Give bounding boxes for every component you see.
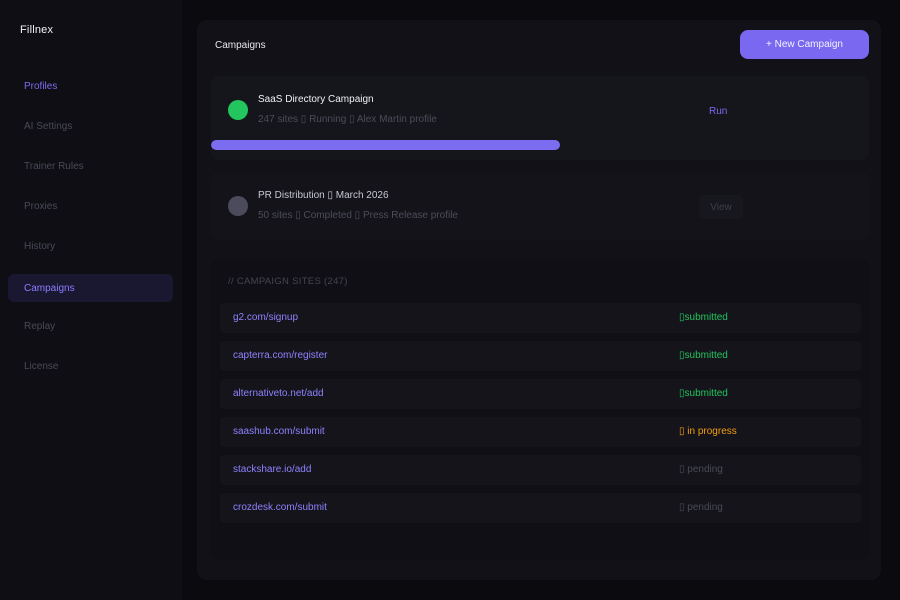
site-status: ▯ pending: [679, 502, 723, 513]
site-row[interactable]: crozdesk.com/submit ▯ pending: [220, 493, 861, 523]
site-row[interactable]: saashub.com/submit ▯ in progress: [220, 417, 861, 447]
site-status: ▯submitted: [679, 350, 728, 361]
new-campaign-button[interactable]: + New Campaign: [740, 30, 869, 59]
app-logo: Fillnex: [20, 24, 54, 36]
campaign-meta: 50 sites ▯ Completed ▯ Press Release pro…: [258, 210, 458, 221]
run-button[interactable]: Run: [709, 106, 727, 117]
campaign-name: SaaS Directory Campaign: [258, 94, 374, 105]
campaign-meta: 247 sites ▯ Running ▯ Alex Martin profil…: [258, 114, 437, 125]
campaign-card[interactable]: PR Distribution ▯ March 2026 50 sites ▯ …: [211, 172, 869, 240]
site-status: ▯ pending: [679, 464, 723, 475]
site-row[interactable]: g2.com/signup ▯submitted: [220, 303, 861, 333]
sidebar-item-history[interactable]: History: [8, 232, 173, 260]
site-status: ▯submitted: [679, 312, 728, 323]
sidebar-item-profiles[interactable]: Profiles: [8, 72, 173, 100]
site-status: ▯submitted: [679, 388, 728, 399]
page-title: Campaigns: [215, 40, 266, 51]
site-url[interactable]: g2.com/signup: [233, 312, 298, 323]
main-panel: Campaigns + New Campaign SaaS Directory …: [197, 20, 881, 580]
sites-section-header: // CAMPAIGN SITES (247): [228, 276, 348, 287]
sidebar: Fillnex Profiles AI Settings Trainer Rul…: [0, 0, 182, 600]
site-url[interactable]: stackshare.io/add: [233, 464, 311, 475]
site-url[interactable]: crozdesk.com/submit: [233, 502, 327, 513]
site-url[interactable]: alternativeto.net/add: [233, 388, 324, 399]
sidebar-item-campaigns[interactable]: Campaigns: [8, 274, 173, 302]
view-button[interactable]: View: [699, 195, 743, 219]
site-url[interactable]: capterra.com/register: [233, 350, 327, 361]
campaign-progress-bar: [211, 140, 869, 150]
site-row[interactable]: stackshare.io/add ▯ pending: [220, 455, 861, 485]
site-row[interactable]: capterra.com/register ▯submitted: [220, 341, 861, 371]
sidebar-item-ai-settings[interactable]: AI Settings: [8, 112, 173, 140]
status-dot-completed-icon: [228, 196, 248, 216]
sidebar-item-license[interactable]: License: [8, 352, 173, 380]
site-url[interactable]: saashub.com/submit: [233, 426, 325, 437]
campaign-progress-fill: [211, 140, 560, 150]
campaign-name: PR Distribution ▯ March 2026: [258, 190, 389, 201]
campaign-sites-panel: // CAMPAIGN SITES (247) g2.com/signup ▯s…: [211, 260, 869, 560]
sidebar-item-proxies[interactable]: Proxies: [8, 192, 173, 220]
site-row[interactable]: alternativeto.net/add ▯submitted: [220, 379, 861, 409]
site-status: ▯ in progress: [679, 426, 737, 437]
campaign-card[interactable]: SaaS Directory Campaign 247 sites ▯ Runn…: [211, 76, 869, 160]
sidebar-item-trainer-rules[interactable]: Trainer Rules: [8, 152, 173, 180]
status-dot-running-icon: [228, 100, 248, 120]
sidebar-item-replay[interactable]: Replay: [8, 312, 173, 340]
